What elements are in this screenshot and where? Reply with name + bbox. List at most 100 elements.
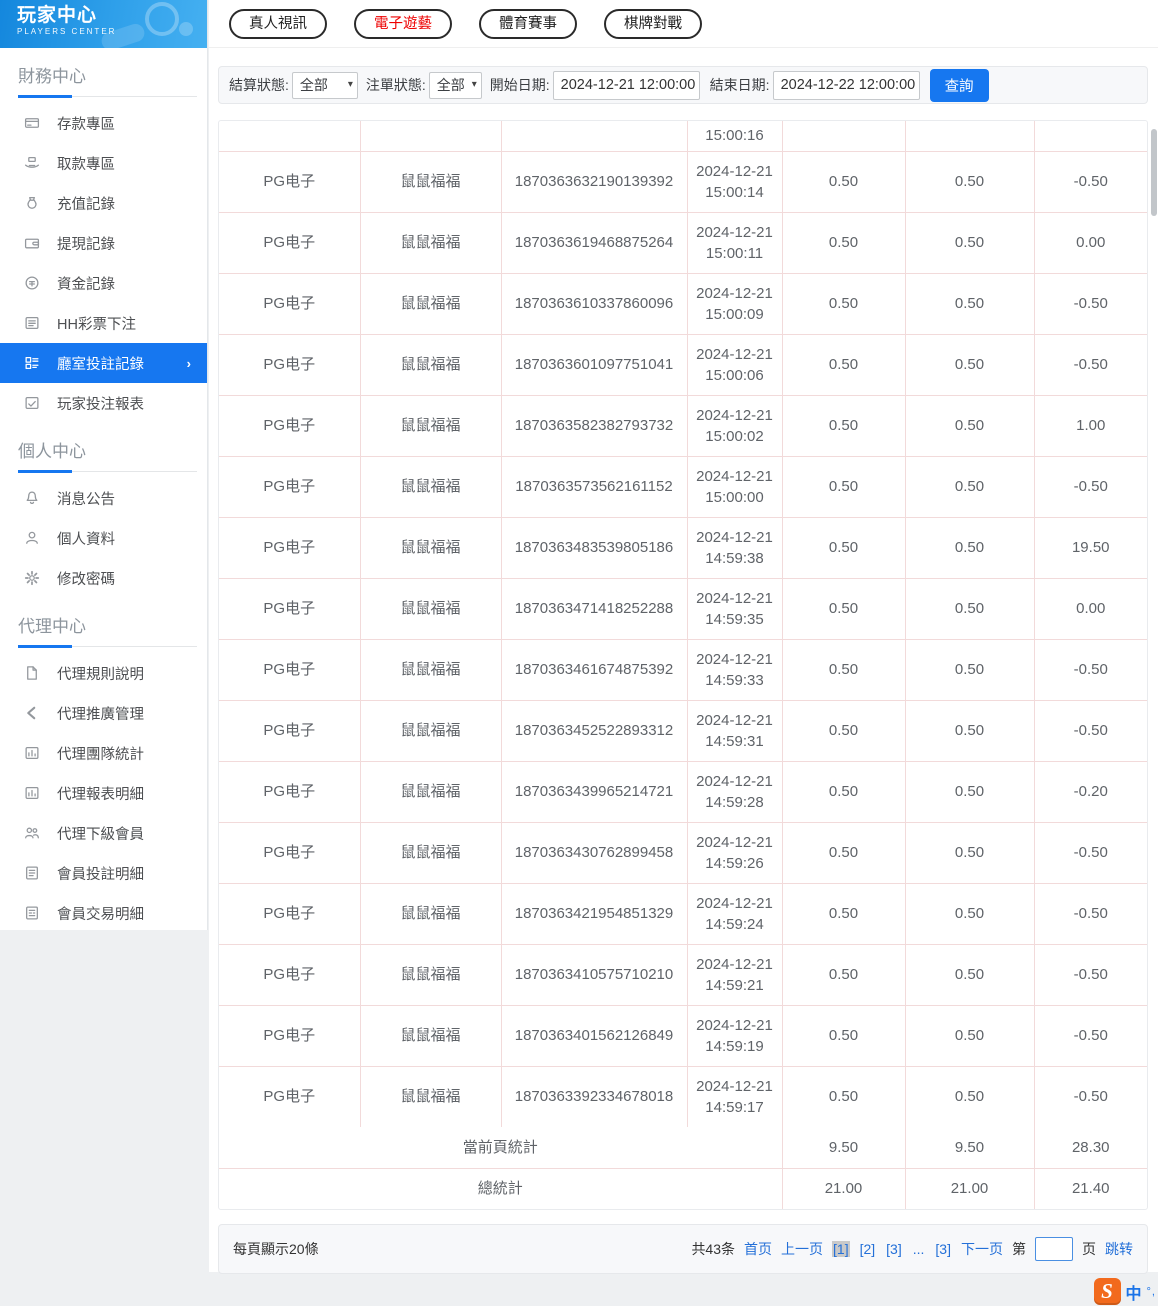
sidebar-item[interactable]: HH彩票下注 bbox=[0, 303, 207, 343]
sidebar-item[interactable]: 代理推廣管理 bbox=[0, 693, 207, 733]
cell-order-id: 1870363452522893312 bbox=[500, 699, 688, 762]
cell-game: 鼠鼠福福 bbox=[359, 1065, 502, 1127]
next-page-link[interactable]: 下一页 bbox=[961, 1239, 1003, 1259]
cell-order-id: 1870363619468875264 bbox=[500, 211, 688, 274]
ime-language-indicator[interactable]: 中 bbox=[1126, 1280, 1142, 1304]
page-link-current[interactable]: [1] bbox=[832, 1241, 850, 1257]
stats-icon bbox=[24, 745, 40, 761]
sidebar-item[interactable]: 資金記錄 bbox=[0, 263, 207, 303]
table-row: PG电子 鼠鼠福福 1870363401562126849 2024-12-21 14… bbox=[219, 1004, 1147, 1067]
sidebar-item[interactable]: 代理團隊統計 bbox=[0, 733, 207, 773]
end-date-input[interactable] bbox=[772, 70, 920, 100]
last-page-link[interactable]: [3] bbox=[934, 1241, 952, 1257]
table-row: PG电子 鼠鼠福福 1870363392334678018 2024-12-21 14… bbox=[219, 1065, 1147, 1127]
tab-4[interactable]: 棋牌對戰 bbox=[604, 9, 702, 39]
sidebar-item[interactable]: 代理報表明細 bbox=[0, 773, 207, 813]
cell-order-id: 1870363471418252288 bbox=[500, 577, 688, 640]
settle-status-select[interactable]: 全部 ▾ bbox=[291, 71, 358, 99]
jump-page-input[interactable] bbox=[1035, 1237, 1073, 1261]
sidebar-item[interactable]: 修改密碼 bbox=[0, 558, 207, 598]
pagination-bar: 每頁顯示20條 共43条 首页 上一页 [1] [2] [3] ... [3] 下一… bbox=[218, 1224, 1148, 1274]
end-date-label: 結束日期: bbox=[709, 77, 770, 93]
cell-platform: PG电子 bbox=[219, 577, 361, 640]
sidebar-item[interactable]: 消息公告 bbox=[0, 478, 207, 518]
cell-bet: 0.50 bbox=[781, 699, 906, 762]
cell-game: 鼠鼠福福 bbox=[359, 150, 502, 213]
prev-page-link[interactable]: 上一页 bbox=[781, 1239, 823, 1259]
cell-platform: PG电子 bbox=[219, 333, 361, 396]
search-button[interactable]: 查詢 bbox=[929, 68, 989, 102]
sidebar-item[interactable]: 代理下級會員 bbox=[0, 813, 207, 853]
table-row: PG电子 鼠鼠福福 1870363610337860096 2024-12-21 15… bbox=[219, 272, 1147, 335]
main-content: 真人視訊 電子遊藝 體育賽事 棋牌對戰 結算狀態: 全部 ▾ 注單狀態: 全部 ▾ 開… bbox=[209, 0, 1158, 1274]
sidebar-item[interactable]: 代理規則說明 bbox=[0, 653, 207, 693]
cell-valid-bet: 0.50 bbox=[904, 272, 1035, 335]
jump-button[interactable]: 跳转 bbox=[1105, 1239, 1133, 1259]
cell-time: 2024-12-21 14:59:19 bbox=[686, 1004, 783, 1067]
total-summary-result: 21.40 bbox=[1033, 1167, 1147, 1209]
page-link[interactable]: [3] bbox=[885, 1241, 903, 1257]
sidebar-item-active[interactable]: 廳室投註記錄 › bbox=[0, 343, 207, 383]
tab-2-active[interactable]: 電子遊藝 bbox=[354, 9, 452, 39]
cell-order-id: 1870363461674875392 bbox=[500, 638, 688, 701]
sidebar-item[interactable]: 玩家投注報表 bbox=[0, 383, 207, 423]
sidebar-item-label: 修改密碼 bbox=[57, 571, 115, 588]
cell-time: 2024-12-21 15:00:00 bbox=[686, 455, 783, 518]
cell-valid-bet: 0.50 bbox=[904, 150, 1035, 213]
players-center-page: 玩家中心 PLAYERS CENTER 財務中心 存款專區 取款專區 充值記錄 提現記錄… bbox=[0, 0, 1158, 1306]
cell-valid-bet bbox=[904, 121, 1035, 152]
sidebar-item-label: HH彩票下注 bbox=[57, 316, 136, 333]
cell-platform bbox=[219, 121, 361, 152]
table-row: PG电子 鼠鼠福福 1870363421954851329 2024-12-21 14… bbox=[219, 882, 1147, 945]
section-underline bbox=[18, 95, 197, 98]
cell-bet: 0.50 bbox=[781, 577, 906, 640]
cell-order-id: 1870363410575710210 bbox=[500, 943, 688, 1006]
cell-order-id: 1870363439965214721 bbox=[500, 760, 688, 823]
cell-valid-bet: 0.50 bbox=[904, 699, 1035, 762]
cell-bet: 0.50 bbox=[781, 394, 906, 457]
jump-prefix-label: 第 bbox=[1012, 1241, 1026, 1257]
sidebar-section-title: 財務中心 bbox=[18, 67, 86, 86]
coin-icon bbox=[24, 275, 40, 291]
cell-result: -0.50 bbox=[1033, 455, 1147, 518]
table-row: PG电子 鼠鼠福福 1870363483539805186 2024-12-21 14… bbox=[219, 516, 1147, 579]
total-summary-row: 總統計 21.00 21.00 21.40 bbox=[219, 1167, 1147, 1209]
cell-result: -0.50 bbox=[1033, 821, 1147, 884]
cell-game: 鼠鼠福福 bbox=[359, 272, 502, 335]
cell-platform: PG电子 bbox=[219, 455, 361, 518]
cell-order-id: 1870363401562126849 bbox=[500, 1004, 688, 1067]
order-status-select[interactable]: 全部 ▾ bbox=[428, 71, 482, 99]
start-date-input[interactable] bbox=[552, 70, 700, 100]
cell-time: 2024-12-21 14:59:33 bbox=[686, 638, 783, 701]
sidebar-item-label: 會員交易明細 bbox=[57, 906, 144, 923]
sidebar-item[interactable]: 取款專區 bbox=[0, 143, 207, 183]
tab-1[interactable]: 真人視訊 bbox=[229, 9, 327, 39]
stats-icon bbox=[24, 785, 40, 801]
sidebar-item[interactable]: 會員交易明細 bbox=[0, 893, 207, 933]
cell-order-id: 1870363483539805186 bbox=[500, 516, 688, 579]
total-summary-bet: 21.00 bbox=[781, 1167, 906, 1209]
cell-game: 鼠鼠福福 bbox=[359, 760, 502, 823]
sidebar-item[interactable]: 存款專區 bbox=[0, 103, 207, 143]
table-row: PG电子 鼠鼠福福 1870363471418252288 2024-12-21 14… bbox=[219, 577, 1147, 640]
sidebar-item[interactable]: 個人資料 bbox=[0, 518, 207, 558]
page-link[interactable]: [2] bbox=[859, 1241, 877, 1257]
first-page-link[interactable]: 首页 bbox=[744, 1239, 772, 1259]
sidebar-item-label: 玩家投注報表 bbox=[57, 396, 144, 413]
cell-result: -0.50 bbox=[1033, 333, 1147, 396]
sidebar-item-label: 代理團隊統計 bbox=[57, 746, 144, 763]
clipboard-icon bbox=[24, 865, 40, 881]
sidebar-item[interactable]: 提現記錄 bbox=[0, 223, 207, 263]
cell-game: 鼠鼠福福 bbox=[359, 455, 502, 518]
table-row: PG电子 鼠鼠福福 1870363410575710210 2024-12-21 14… bbox=[219, 943, 1147, 1006]
scrollbar-thumb[interactable] bbox=[1151, 129, 1157, 216]
sogou-logo-icon[interactable]: S bbox=[1093, 1278, 1121, 1305]
cell-time: 2024-12-21 15:00:14 bbox=[686, 150, 783, 213]
sidebar-item[interactable]: 會員投註明細 bbox=[0, 853, 207, 893]
page-summary-label: 當前頁統計 bbox=[219, 1127, 783, 1169]
cell-valid-bet: 0.50 bbox=[904, 211, 1035, 274]
tab-3[interactable]: 體育賽事 bbox=[479, 9, 577, 39]
sidebar-item[interactable]: 充值記錄 bbox=[0, 183, 207, 223]
cell-time: 2024-12-21 14:59:17 bbox=[686, 1065, 783, 1127]
cell-time: 2024-12-21 14:59:31 bbox=[686, 699, 783, 762]
